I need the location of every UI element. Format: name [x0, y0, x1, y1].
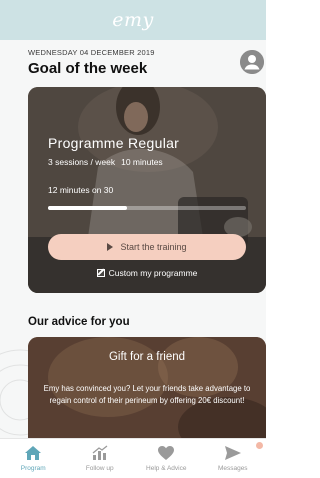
tab-label-follow-up: Follow up — [85, 465, 114, 472]
tab-label-messages: Messages — [217, 465, 248, 472]
bottom-tab-bar: Program Follow up Help & Advice Messages — [0, 438, 266, 478]
custom-programme-link[interactable]: Custom my programme — [28, 268, 266, 278]
progress-bar — [48, 206, 246, 210]
page-title: Goal of the week — [28, 60, 148, 77]
advice-section-title: Our advice for you — [28, 316, 130, 328]
start-training-label: Start the training — [120, 242, 187, 252]
programme-duration: 10 minutes — [121, 157, 163, 167]
profile-avatar-icon[interactable] — [240, 50, 264, 74]
program-page[interactable]: WEDNESDAY 04 DECEMBER 2019 Goal of the w… — [0, 40, 266, 438]
programme-sessions: 3 sessions / week — [48, 157, 116, 167]
advice-card[interactable]: Gift for a friend Emy has convinced you?… — [28, 337, 266, 438]
custom-programme-label: Custom my programme — [108, 268, 198, 278]
progress-bar-fill — [48, 206, 128, 210]
goal-card: Programme Regular 3 sessions / week 10 mi… — [28, 87, 266, 293]
start-training-button[interactable]: Start the training — [48, 234, 246, 260]
tab-follow-up[interactable]: Follow up — [67, 439, 134, 478]
tab-help-advice[interactable]: Help & Advice — [133, 439, 200, 478]
notification-badge — [256, 442, 263, 449]
heart-icon — [158, 446, 175, 460]
play-icon — [107, 243, 114, 251]
app-header: emy — [0, 0, 266, 40]
tab-label-help-advice: Help & Advice — [146, 465, 187, 472]
advice-card-body: Emy has convinced you? Let your friends … — [43, 384, 251, 405]
app-logo: emy — [112, 9, 154, 31]
current-date: WEDNESDAY 04 DECEMBER 2019 — [28, 48, 155, 57]
tab-messages[interactable]: Messages — [200, 439, 267, 478]
send-icon — [224, 446, 241, 460]
bar-chart-icon — [92, 445, 108, 460]
progress-label: 12 minutes on 30 — [48, 185, 114, 195]
advice-card-title: Gift for a friend — [108, 351, 186, 363]
programme-meta: 3 sessions / week 10 minutes — [48, 157, 163, 167]
tab-program[interactable]: Program — [0, 439, 67, 478]
home-icon — [25, 446, 42, 460]
tab-label-program: Program — [20, 465, 46, 472]
edit-icon — [96, 269, 105, 277]
programme-title: Programme Regular — [48, 135, 180, 151]
